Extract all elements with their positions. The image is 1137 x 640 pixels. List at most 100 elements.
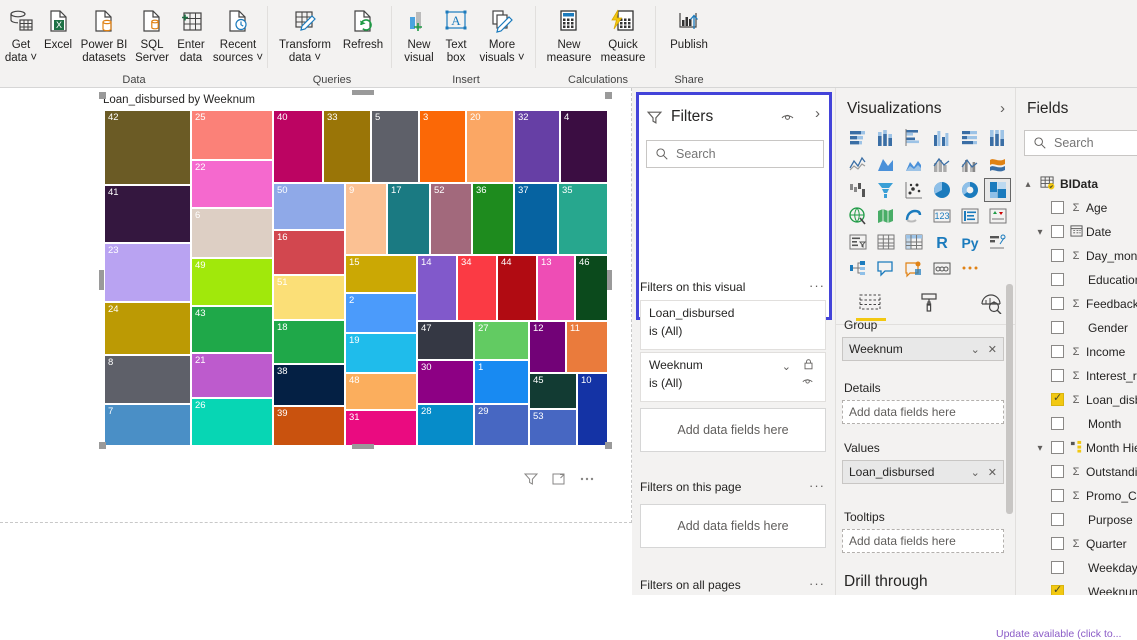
map-icon[interactable] bbox=[844, 204, 871, 228]
treemap-tile[interactable]: 28 bbox=[417, 404, 474, 446]
field-item-promo-ca[interactable]: ΣPromo_Ca bbox=[1016, 484, 1137, 508]
treemap-tile[interactable]: 39 bbox=[273, 406, 345, 446]
well-group[interactable]: Weeknum ⌄✕ bbox=[842, 337, 1004, 361]
100-stacked-column-chart-icon[interactable] bbox=[984, 126, 1011, 150]
field-checkbox[interactable] bbox=[1051, 441, 1064, 454]
chevron-right-icon[interactable]: › bbox=[815, 105, 820, 122]
resize-handle-bottom-center[interactable] bbox=[352, 444, 374, 449]
well-tooltips[interactable]: Add data fields here bbox=[842, 529, 1004, 553]
treemap-tile[interactable]: 22 bbox=[191, 160, 273, 208]
treemap-tile[interactable]: 32 bbox=[514, 110, 560, 183]
refresh-button[interactable]: Refresh bbox=[334, 2, 392, 70]
treemap-tile[interactable]: 20 bbox=[466, 110, 514, 183]
enter-data-button[interactable]: Enter data bbox=[170, 2, 212, 70]
stacked-area-chart-icon[interactable] bbox=[900, 152, 927, 176]
treemap-tile[interactable]: 44 bbox=[497, 255, 537, 321]
line-stacked-column-chart-icon[interactable] bbox=[928, 152, 955, 176]
paginated-report-icon[interactable] bbox=[928, 256, 955, 280]
treemap-tile[interactable]: 37 bbox=[514, 183, 558, 255]
matrix-icon[interactable] bbox=[900, 230, 927, 254]
chevron-right-icon[interactable]: › bbox=[1000, 100, 1005, 117]
field-item-weeknum[interactable]: Weeknum bbox=[1016, 580, 1137, 595]
field-checkbox[interactable] bbox=[1051, 201, 1064, 214]
text-box-button[interactable]: AText box bbox=[436, 2, 476, 70]
resize-handle-top-center[interactable] bbox=[352, 90, 374, 95]
filters-search-box[interactable] bbox=[646, 140, 824, 168]
treemap-tile[interactable]: 15 bbox=[345, 255, 417, 293]
field-checkbox[interactable] bbox=[1051, 561, 1064, 574]
table-icon[interactable] bbox=[872, 230, 899, 254]
treemap-tile[interactable]: 53 bbox=[529, 409, 577, 446]
filters-visual-dropzone[interactable]: Add data fields here bbox=[640, 408, 826, 452]
treemap-tile[interactable]: 42 bbox=[104, 110, 191, 185]
smart-narrative-icon[interactable] bbox=[900, 256, 927, 280]
treemap-tile[interactable]: 1 bbox=[474, 360, 529, 404]
treemap-tile[interactable]: 31 bbox=[345, 410, 417, 446]
treemap-tile[interactable]: 26 bbox=[191, 398, 273, 446]
field-item-weekday[interactable]: Weekday bbox=[1016, 556, 1137, 580]
filters-search-input[interactable] bbox=[676, 147, 806, 161]
multi-row-card-icon[interactable] bbox=[956, 204, 983, 228]
field-item-outstandin[interactable]: ΣOutstandin bbox=[1016, 460, 1137, 484]
100-stacked-bar-chart-icon[interactable] bbox=[956, 126, 983, 150]
treemap-tile[interactable]: 51 bbox=[273, 275, 345, 320]
treemap-tile[interactable]: 36 bbox=[472, 183, 514, 255]
remove-field-icon[interactable]: ✕ bbox=[988, 343, 997, 356]
treemap-tile[interactable]: 46 bbox=[575, 255, 608, 321]
treemap-tile[interactable]: 10 bbox=[577, 373, 608, 446]
field-checkbox[interactable] bbox=[1051, 537, 1064, 550]
analytics-mode-icon[interactable] bbox=[975, 288, 1008, 318]
treemap-tile[interactable]: 33 bbox=[323, 110, 371, 183]
chevron-up-icon[interactable]: ▴ bbox=[1022, 179, 1034, 190]
field-checkbox[interactable] bbox=[1051, 393, 1064, 406]
fields-mode-icon[interactable] bbox=[854, 288, 887, 318]
eye-icon[interactable] bbox=[780, 109, 796, 125]
arcgis-map-icon[interactable] bbox=[900, 204, 927, 228]
field-item-date[interactable]: ▾Date bbox=[1016, 220, 1137, 244]
treemap-tile[interactable]: 12 bbox=[529, 321, 566, 373]
treemap-tile[interactable]: 52 bbox=[430, 183, 472, 255]
treemap-tile[interactable]: 43 bbox=[191, 306, 273, 353]
line-clustered-column-chart-icon[interactable] bbox=[956, 152, 983, 176]
field-item-education-[interactable]: Education_ bbox=[1016, 268, 1137, 292]
field-checkbox[interactable] bbox=[1051, 249, 1064, 262]
fields-table-bidata[interactable]: ▴BIData bbox=[1016, 172, 1137, 196]
r-script-visual-icon[interactable]: R bbox=[928, 230, 955, 254]
chevron-down-icon[interactable]: ▾ bbox=[1034, 227, 1046, 238]
field-checkbox[interactable] bbox=[1051, 489, 1064, 502]
slicer-icon[interactable] bbox=[844, 230, 871, 254]
fields-search-box[interactable] bbox=[1024, 130, 1137, 156]
publish-button[interactable]: Publish bbox=[660, 2, 718, 70]
eye-icon[interactable] bbox=[801, 375, 815, 387]
field-item-purpose[interactable]: Purpose bbox=[1016, 508, 1137, 532]
field-checkbox[interactable] bbox=[1051, 321, 1064, 334]
field-item-interest-ra[interactable]: ΣInterest_ra bbox=[1016, 364, 1137, 388]
resize-handle-mid-left[interactable] bbox=[99, 270, 104, 290]
field-item-age[interactable]: ΣAge bbox=[1016, 196, 1137, 220]
resize-handle-bottom-right[interactable] bbox=[605, 442, 612, 449]
treemap-tile[interactable]: 35 bbox=[558, 183, 608, 255]
more-visuals-ellipsis-icon[interactable] bbox=[956, 256, 983, 280]
python-visual-icon[interactable]: Py bbox=[956, 230, 983, 254]
power-bi-datasets-button[interactable]: Power BI datasets bbox=[74, 2, 134, 70]
treemap-tile[interactable]: 38 bbox=[273, 364, 345, 406]
ribbon-chart-icon[interactable] bbox=[984, 152, 1011, 176]
field-item-day-mont[interactable]: ΣDay_mont bbox=[1016, 244, 1137, 268]
treemap-tile[interactable]: 49 bbox=[191, 258, 273, 306]
field-checkbox[interactable] bbox=[1051, 369, 1064, 382]
treemap-tile[interactable]: 23 bbox=[104, 243, 191, 302]
quick-measure-button[interactable]: Quick measure bbox=[594, 2, 652, 70]
treemap-tile[interactable]: 14 bbox=[417, 255, 457, 321]
remove-field-icon[interactable]: ✕ bbox=[988, 466, 997, 479]
treemap-tile[interactable]: 9 bbox=[345, 183, 387, 255]
treemap-tile[interactable]: 48 bbox=[345, 373, 417, 410]
clustered-column-chart-icon[interactable] bbox=[928, 126, 955, 150]
treemap-tile[interactable]: 17 bbox=[387, 183, 430, 255]
qa-visual-icon[interactable] bbox=[872, 256, 899, 280]
filter-card-weeknum[interactable]: Weeknum is (All) ⌄ bbox=[640, 352, 826, 402]
donut-chart-icon[interactable] bbox=[956, 178, 983, 202]
field-checkbox[interactable] bbox=[1051, 273, 1064, 286]
chevron-down-icon[interactable]: ⌄ bbox=[971, 466, 980, 479]
treemap-tile[interactable]: 5 bbox=[371, 110, 419, 183]
treemap-tile[interactable]: 18 bbox=[273, 320, 345, 364]
